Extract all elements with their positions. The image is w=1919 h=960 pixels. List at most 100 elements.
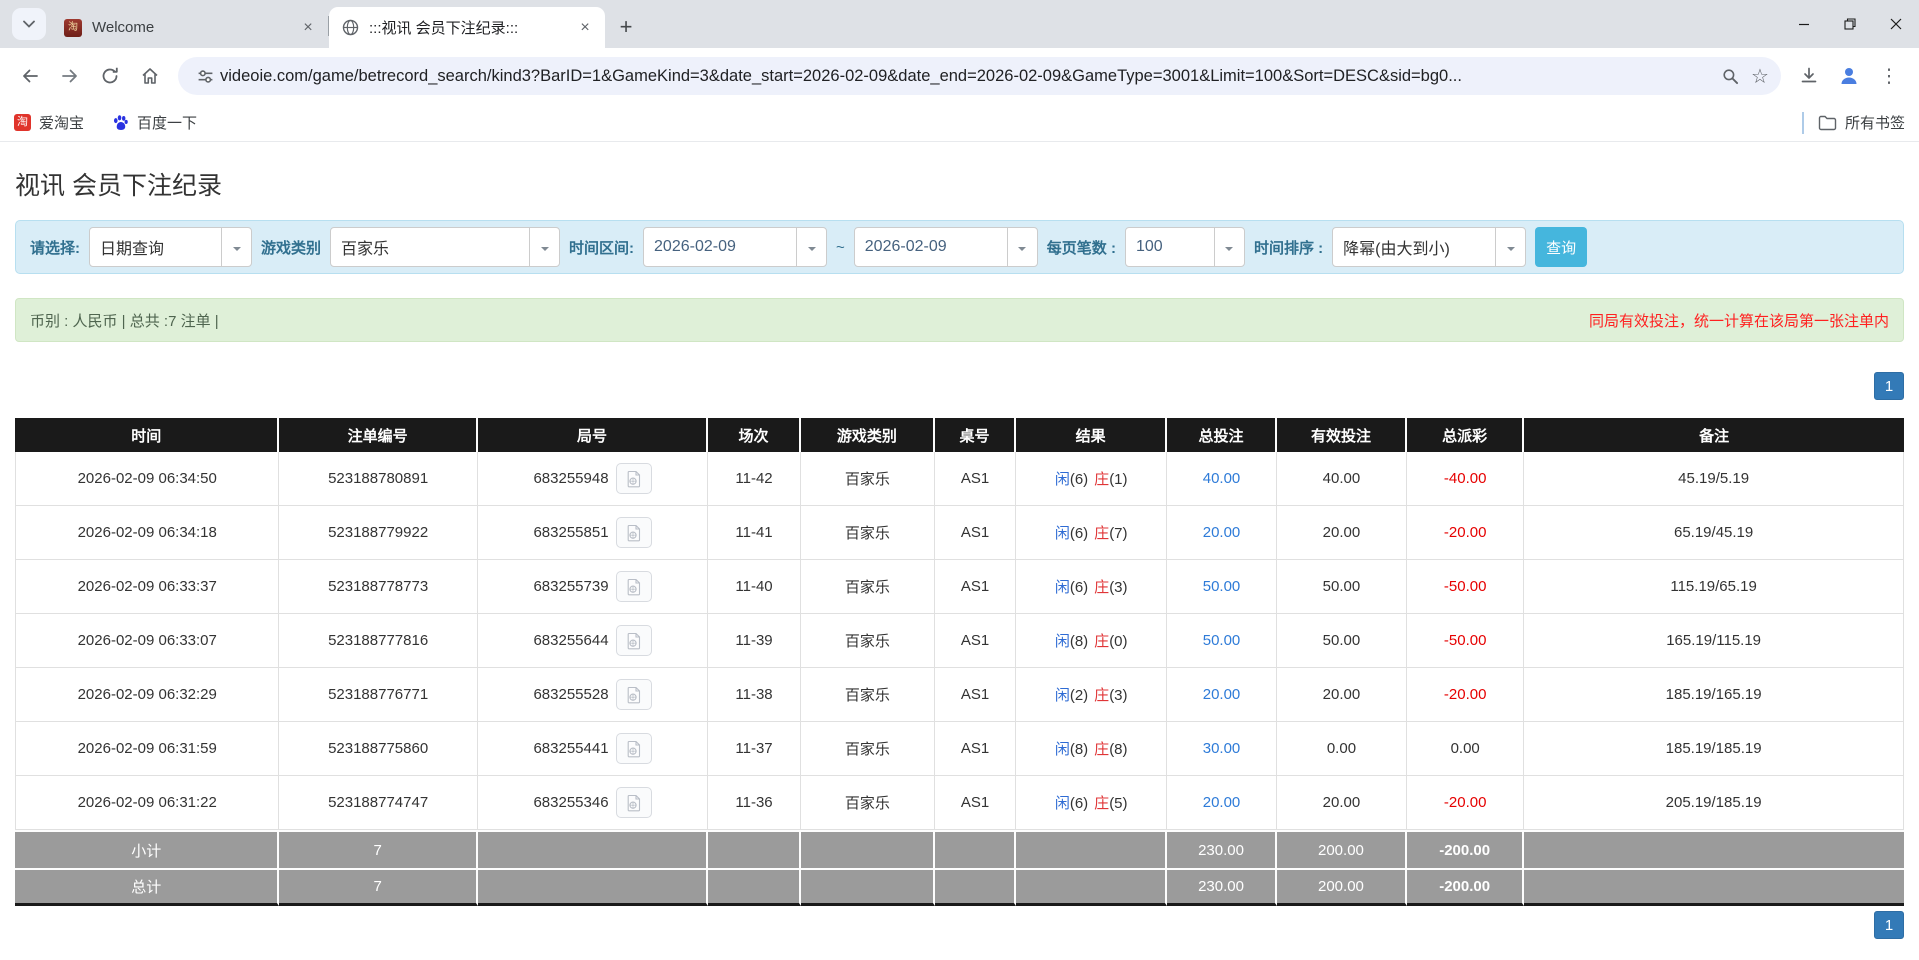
close-icon[interactable]: ×	[575, 18, 595, 38]
forward-button[interactable]	[53, 59, 87, 93]
header-result: 结果	[1016, 418, 1168, 452]
back-icon	[23, 69, 38, 83]
site-settings-icon[interactable]	[190, 61, 220, 91]
cell-remark: 115.19/65.19	[1524, 560, 1904, 614]
game-kind-select[interactable]: 百家乐	[330, 227, 561, 267]
total-bet-link[interactable]: 40.00	[1203, 470, 1241, 487]
minimize-button[interactable]	[1781, 0, 1827, 48]
header-game-kind: 游戏类别	[800, 418, 935, 452]
result-player-count: (6)	[1069, 579, 1089, 596]
tab-betrecord[interactable]: :::视讯 会员下注纪录::: ×	[329, 7, 605, 48]
cell-valid-bet: 20.00	[1276, 668, 1408, 722]
cell-time: 2026-02-09 06:34:50	[15, 452, 280, 506]
date-range-label: 时间区间:	[569, 239, 635, 257]
chevron-down-icon[interactable]	[529, 228, 559, 266]
cell-session: 11-36	[708, 776, 801, 830]
total-bet-link[interactable]: 20.00	[1203, 524, 1241, 541]
back-button[interactable]	[13, 59, 47, 93]
video-replay-button[interactable]	[615, 517, 652, 548]
cell-table-no: AS1	[934, 614, 1017, 668]
video-replay-button[interactable]	[615, 733, 652, 764]
search-button[interactable]: 查询	[1535, 227, 1588, 267]
cell-game-kind: 百家乐	[800, 668, 935, 722]
restore-icon	[1844, 18, 1856, 30]
result-player-count: (6)	[1069, 525, 1089, 542]
profile-icon	[1841, 68, 1857, 84]
baidu-paw-icon	[112, 114, 129, 131]
chevron-down-icon[interactable]	[796, 228, 826, 266]
header-table-no: 桌号	[934, 418, 1017, 452]
cell-result: 闲(8) 庄(0)	[1016, 614, 1168, 668]
pagination-button-top[interactable]: 1	[1874, 372, 1904, 400]
cell-time: 2026-02-09 06:31:22	[15, 776, 280, 830]
reload-button[interactable]	[93, 59, 127, 93]
chevron-down-icon[interactable]	[1006, 228, 1037, 266]
video-replay-button[interactable]	[615, 463, 652, 494]
cell-bet-id: 523188779922	[279, 506, 478, 560]
globe-icon	[341, 19, 359, 37]
result-player: 闲	[1054, 741, 1070, 758]
total-bet-link[interactable]: 50.00	[1203, 578, 1241, 595]
video-replay-button[interactable]	[615, 571, 652, 602]
cell-round: 683255528	[477, 668, 709, 722]
total-bet-link[interactable]: 20.00	[1203, 686, 1241, 703]
bookmark-aitaobao[interactable]: 淘 爱淘宝	[14, 112, 84, 133]
cell-valid-bet: 50.00	[1276, 614, 1408, 668]
close-window-button[interactable]	[1873, 0, 1919, 48]
all-bookmarks-button[interactable]: 所有书签	[1818, 112, 1905, 133]
sort-select[interactable]: 降幂(由大到小)	[1332, 227, 1527, 267]
date-start-select[interactable]: 2026-02-09	[643, 227, 828, 267]
cell-valid-bet: 20.00	[1276, 506, 1408, 560]
window-controls	[1781, 0, 1919, 48]
bookmark-star-icon[interactable]: ☆	[1745, 61, 1775, 91]
header-time: 时间	[15, 418, 280, 452]
cell-session: 11-37	[708, 722, 801, 776]
result-banker: 庄	[1094, 471, 1110, 488]
chevron-down-icon[interactable]	[1213, 228, 1244, 266]
downloads-button[interactable]	[1792, 59, 1826, 93]
page-size-select[interactable]: 100	[1124, 227, 1245, 267]
result-banker: 庄	[1094, 633, 1110, 650]
zoom-icon[interactable]	[1715, 61, 1745, 91]
home-button[interactable]	[133, 59, 167, 93]
result-banker: 庄	[1094, 687, 1110, 704]
url-bar[interactable]: videoie.com/game/betrecord_search/kind3?…	[178, 57, 1781, 95]
tab-title: :::视讯 会员下注纪录:::	[369, 20, 519, 37]
video-replay-button[interactable]	[615, 625, 652, 656]
download-icon	[1801, 67, 1817, 83]
cell-bet-id: 523188775860	[279, 722, 478, 776]
video-file-icon	[627, 632, 640, 649]
chevron-down-icon[interactable]	[221, 228, 251, 266]
round-number: 683255644	[533, 632, 609, 649]
chevron-down-icon[interactable]	[1495, 228, 1525, 266]
subtotal-valid-bet: 200.00	[1276, 830, 1408, 868]
tab-welcome[interactable]: 淘 Welcome ×	[52, 7, 328, 48]
total-bet-link[interactable]: 30.00	[1203, 740, 1241, 757]
url-text[interactable]: videoie.com/game/betrecord_search/kind3?…	[220, 67, 1715, 86]
pagination-button-bottom[interactable]: 1	[1874, 911, 1904, 939]
video-replay-button[interactable]	[615, 787, 652, 818]
browser-window: 淘 Welcome × :::视讯 会员下注纪录::: × + videoie.…	[0, 0, 1919, 939]
cell-bet-id: 523188774747	[279, 776, 478, 830]
total-bet-link[interactable]: 20.00	[1203, 794, 1241, 811]
query-type-select[interactable]: 日期查询	[89, 227, 252, 267]
bookmark-baidu[interactable]: 百度一下	[112, 112, 197, 133]
cell-total-bet: 30.00	[1167, 722, 1277, 776]
total-bet-link[interactable]: 50.00	[1203, 632, 1241, 649]
filter-panel: 请选择: 日期查询 游戏类别 百家乐 时间区间: 2026-02-09 ~ 20…	[15, 220, 1904, 274]
cell-valid-bet: 50.00	[1276, 560, 1408, 614]
new-tab-button[interactable]: +	[611, 12, 641, 42]
chevron-down-icon	[23, 20, 35, 28]
maximize-button[interactable]	[1827, 0, 1873, 48]
table-row: 2026-02-09 06:34:18 523188779922 6832558…	[15, 506, 1904, 560]
valid-bet-note: 同局有效投注，统一计算在该局第一张注单内	[1588, 312, 1889, 330]
date-end-select[interactable]: 2026-02-09	[853, 227, 1038, 267]
tab-title: Welcome	[92, 19, 155, 36]
video-replay-button[interactable]	[615, 679, 652, 710]
tab-search-button[interactable]	[12, 8, 46, 40]
profile-button[interactable]	[1832, 59, 1866, 93]
close-icon[interactable]: ×	[298, 18, 318, 38]
result-banker: 庄	[1094, 525, 1110, 542]
menu-kebab-icon[interactable]: ⋮	[1872, 59, 1906, 93]
result-player: 闲	[1054, 633, 1070, 650]
